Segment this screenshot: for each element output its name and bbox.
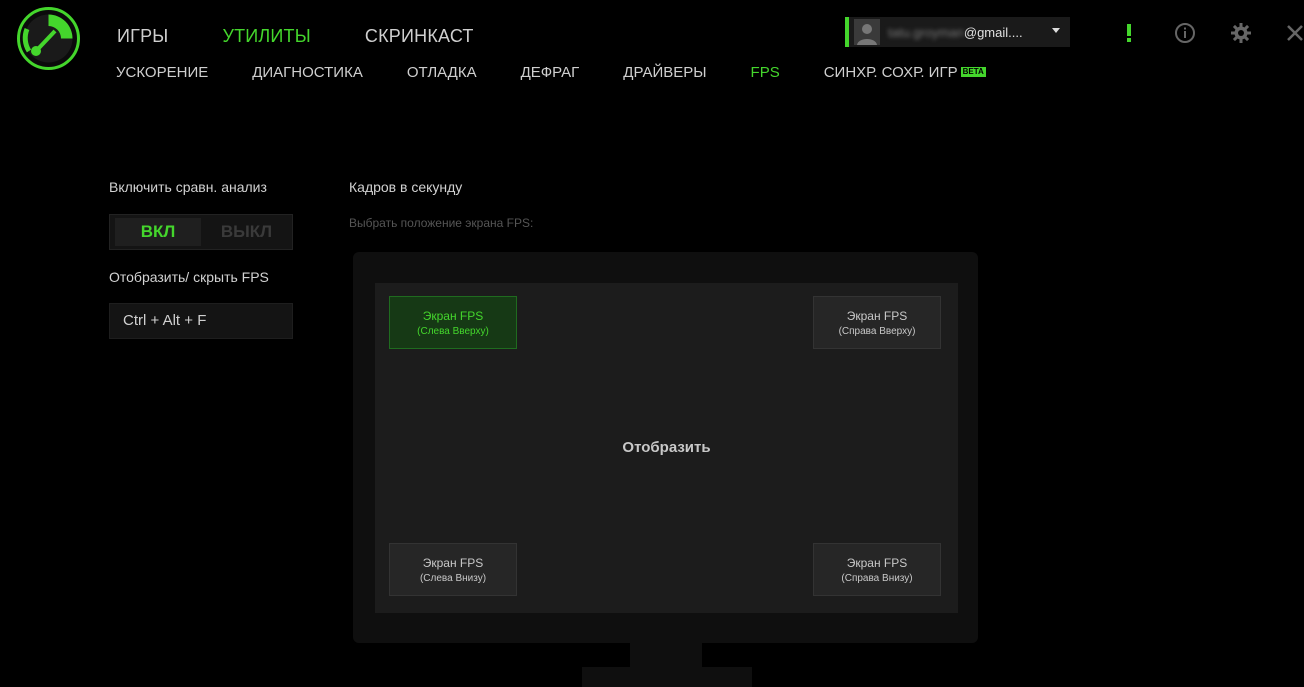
fps-position-top-right-title: Экран FPS <box>846 308 908 323</box>
account-email-domain: @gmail.... <box>963 24 1023 40</box>
subtab-game-save-sync-label: СИНХР. СОХР. ИГР <box>823 64 958 81</box>
benchmark-on-button[interactable]: ВКЛ <box>115 218 201 246</box>
account-email-user: tatu.groyman <box>888 24 964 40</box>
fps-position-top-left-sub: (Слева Вверху) <box>417 325 489 337</box>
subtab-defrag[interactable]: ДЕФРАГ <box>521 64 580 81</box>
account-email: tatu.groyman@gmail.... <box>888 25 1023 40</box>
subtab-diagnostics[interactable]: ДИАГНОСТИКА <box>252 64 363 81</box>
benchmark-label: Включить сравн. анализ <box>109 179 267 195</box>
fps-position-top-right-button[interactable]: Экран FPS (Справа Вверху) <box>813 296 941 349</box>
info-icon[interactable] <box>1174 22 1196 44</box>
subtab-drivers[interactable]: ДРАЙВЕРЫ <box>623 64 706 81</box>
account-accent-bar <box>845 17 849 47</box>
fps-title: Кадров в секунду <box>349 179 463 195</box>
subtab-debug[interactable]: ОТЛАДКА <box>407 64 477 81</box>
fps-position-label: Выбрать положение экрана FPS: <box>349 216 534 230</box>
monitor-stand-neck <box>630 643 702 667</box>
fps-position-bottom-left-sub: (Слева Внизу) <box>419 572 487 584</box>
hotkey-field[interactable]: Ctrl + Alt + F <box>109 303 293 339</box>
chevron-down-icon <box>1052 28 1060 33</box>
fps-position-bottom-right-button[interactable]: Экран FPS (Справа Внизу) <box>813 543 941 596</box>
subtab-fps[interactable]: FPS <box>751 64 780 81</box>
tab-screencast[interactable]: СКРИНКАСТ <box>365 26 474 47</box>
monitor-screen: Экран FPS (Слева Вверху) Экран FPS (Спра… <box>375 283 958 613</box>
benchmark-toggle: ВКЛ ВЫКЛ <box>109 214 293 250</box>
avatar-icon <box>854 19 880 45</box>
gear-icon[interactable] <box>1230 22 1252 44</box>
fps-position-top-left-button[interactable]: Экран FPS (Слева Вверху) <box>389 296 517 349</box>
beta-badge: BETA <box>960 67 986 77</box>
account-dropdown[interactable]: tatu.groyman@gmail.... <box>845 17 1070 47</box>
tab-games[interactable]: ИГРЫ <box>117 26 168 47</box>
close-icon[interactable] <box>1284 22 1304 44</box>
subtab-boost[interactable]: УСКОРЕНИЕ <box>116 64 208 81</box>
fps-position-bottom-left-title: Экран FPS <box>422 555 484 570</box>
avatar <box>854 19 880 45</box>
fps-position-bottom-right-title: Экран FPS <box>846 555 908 570</box>
fps-position-top-right-sub: (Справа Вверху) <box>838 325 916 337</box>
tab-utilities[interactable]: УТИЛИТЫ <box>222 26 310 47</box>
monitor-stand-base <box>582 667 752 687</box>
sub-nav: УСКОРЕНИЕ ДИАГНОСТИКА ОТЛАДКА ДЕФРАГ ДРА… <box>116 64 986 81</box>
toggle-fps-label: Отобразить/ скрыть FPS <box>109 269 269 285</box>
top-nav: ИГРЫ УТИЛИТЫ СКРИНКАСТ <box>117 26 474 47</box>
razer-cortex-logo-icon <box>17 7 80 70</box>
fps-display-center-label: Отобразить <box>622 439 711 456</box>
monitor-preview: Экран FPS (Слева Вверху) Экран FPS (Спра… <box>353 252 978 643</box>
subtab-game-save-sync[interactable]: СИНХР. СОХР. ИГР BETA <box>824 64 986 81</box>
fps-position-bottom-right-sub: (Справа Внизу) <box>841 572 913 584</box>
alert-icon[interactable] <box>1118 22 1140 44</box>
fps-position-top-left-title: Экран FPS <box>422 308 484 323</box>
benchmark-off-button[interactable]: ВЫКЛ <box>201 215 292 249</box>
fps-position-bottom-left-button[interactable]: Экран FPS (Слева Внизу) <box>389 543 517 596</box>
